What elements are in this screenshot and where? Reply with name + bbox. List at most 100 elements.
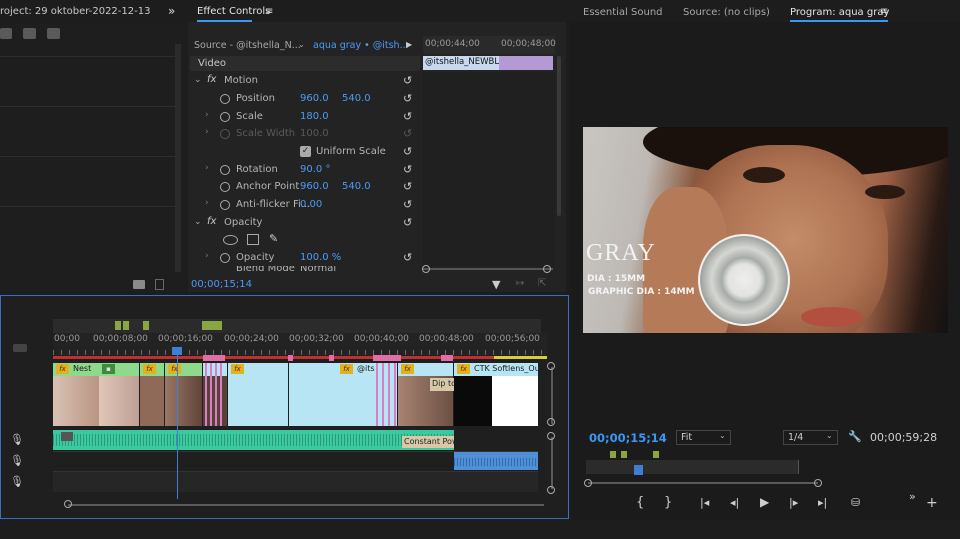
video-track-scrollbar[interactable] bbox=[551, 367, 553, 424]
audio-transition[interactable]: Constant Powe bbox=[402, 436, 454, 448]
panel-menu-icon[interactable]: ≡ bbox=[880, 6, 888, 17]
twirl-icon[interactable]: › bbox=[205, 198, 209, 208]
marker-green[interactable] bbox=[143, 321, 149, 330]
filter-icon[interactable]: ▼ bbox=[492, 278, 500, 291]
ec-position-x[interactable]: 960.0 bbox=[300, 93, 329, 104]
ec-scroll-handle-right[interactable] bbox=[543, 265, 551, 273]
microphone-icon[interactable]: 🎙 bbox=[10, 433, 24, 446]
new-bin-icon[interactable] bbox=[133, 280, 145, 289]
ec-mini-clip[interactable]: @itshella_NEWBL bbox=[423, 56, 553, 70]
ec-scale-value[interactable]: 180.0 bbox=[300, 111, 329, 122]
clip-video[interactable]: fx bbox=[165, 363, 202, 426]
ec-row-opacity-section[interactable]: ⌄ fx Opacity ↺ bbox=[190, 215, 420, 232]
ruler-marker-pink[interactable] bbox=[203, 355, 225, 361]
export-icon[interactable]: ↦ bbox=[516, 278, 524, 289]
program-mini-ruler[interactable] bbox=[586, 460, 799, 474]
source-selector[interactable]: Source - @itshella_N... bbox=[194, 40, 301, 51]
ec-mini-scroll[interactable] bbox=[423, 268, 553, 270]
ec-row-rotation[interactable]: › Rotation 90.0 ° ↺ bbox=[190, 162, 420, 179]
scroll-handle-bottom[interactable] bbox=[547, 486, 555, 494]
clip-video[interactable]: fx bbox=[228, 363, 288, 426]
marker-bar[interactable] bbox=[376, 363, 378, 426]
scroll-handle-top[interactable] bbox=[547, 362, 555, 370]
go-to-in-icon[interactable]: |◂ bbox=[700, 496, 709, 509]
ruler-marker-pink[interactable] bbox=[373, 355, 401, 361]
ec-row-opacity[interactable]: › Opacity 100.0 % ↺ bbox=[190, 250, 420, 267]
ec-vertical-scrollbar[interactable] bbox=[557, 56, 561, 216]
ec-row-anchor[interactable]: Anchor Point 960.0 540.0 ↺ bbox=[190, 179, 420, 196]
stopwatch-icon[interactable] bbox=[220, 200, 230, 210]
stopwatch-icon[interactable] bbox=[220, 94, 230, 104]
audio-track-1[interactable] bbox=[53, 430, 454, 450]
fx-icon[interactable]: fx bbox=[207, 74, 216, 85]
play-icon[interactable]: ▶ bbox=[760, 495, 769, 509]
scroll-handle-top[interactable] bbox=[547, 432, 555, 440]
clip-nest[interactable]: fx Nest bbox=[53, 363, 99, 426]
ec-row-antiflicker[interactable]: › Anti-flicker Fi... 0.00 ↺ bbox=[190, 197, 420, 214]
twirl-icon[interactable]: › bbox=[205, 163, 209, 173]
timeline-h-scrollbar[interactable] bbox=[68, 504, 544, 506]
mark-out-icon[interactable]: } bbox=[664, 495, 672, 510]
add-button-icon[interactable]: + bbox=[926, 495, 938, 511]
ec-row-blend[interactable]: Blend Mode Normal bbox=[190, 266, 420, 274]
marker-bar[interactable] bbox=[205, 363, 207, 426]
reset-icon[interactable]: ↺ bbox=[403, 92, 412, 105]
resolution-dropdown[interactable]: 1/4 ⌄ bbox=[783, 430, 838, 445]
stopwatch-icon[interactable] bbox=[220, 112, 230, 122]
marker-bar[interactable] bbox=[210, 363, 212, 426]
ec-scroll-handle-left[interactable] bbox=[422, 265, 430, 273]
ruler-marker-pink[interactable] bbox=[288, 355, 293, 361]
scroll-handle-left[interactable] bbox=[584, 479, 592, 487]
reset-icon[interactable]: ↺ bbox=[403, 74, 412, 87]
panel-expand-icon[interactable]: » bbox=[168, 4, 175, 18]
freeform-view-icon[interactable] bbox=[23, 28, 36, 39]
reset-icon[interactable]: ↺ bbox=[403, 180, 412, 193]
ruler-marker-pink[interactable] bbox=[329, 355, 334, 361]
dropdown-chevron-icon[interactable]: ⌄ bbox=[298, 40, 305, 49]
ec-position-y[interactable]: 540.0 bbox=[342, 93, 371, 104]
project-title[interactable]: roject: 29 oktober-2022-12-13_17-1 bbox=[0, 6, 150, 17]
pen-mask-icon[interactable]: ✎ bbox=[269, 232, 278, 245]
microphone-icon[interactable]: 🎙 bbox=[10, 454, 24, 467]
stopwatch-icon[interactable] bbox=[220, 182, 230, 192]
play-only-icon[interactable]: ▶ bbox=[406, 40, 412, 49]
sequence-selector[interactable]: aqua gray • @itsh... bbox=[313, 40, 409, 51]
clip-video[interactable] bbox=[289, 363, 337, 426]
audio-fx-icon[interactable] bbox=[61, 432, 73, 441]
share-icon[interactable]: ⇱ bbox=[538, 278, 546, 289]
trash-icon[interactable] bbox=[155, 279, 164, 290]
step-forward-icon[interactable]: |▸ bbox=[789, 496, 798, 509]
stopwatch-icon[interactable] bbox=[220, 165, 230, 175]
marker-green[interactable] bbox=[610, 451, 616, 458]
tab-effect-controls[interactable]: Effect Controls bbox=[197, 6, 270, 17]
marker-bar[interactable] bbox=[394, 363, 396, 426]
marker-green[interactable] bbox=[621, 451, 627, 458]
reset-icon[interactable]: ↺ bbox=[403, 216, 412, 229]
ec-timecode[interactable]: 00;00;15;14 bbox=[191, 279, 252, 290]
timeline-playhead[interactable] bbox=[172, 347, 182, 355]
program-playhead[interactable] bbox=[634, 465, 643, 475]
reset-icon[interactable]: ↺ bbox=[403, 251, 412, 264]
clip-ctk[interactable]: fx CTK Softlens_Ou bbox=[454, 363, 538, 426]
sort-icon[interactable] bbox=[47, 28, 60, 39]
stopwatch-icon[interactable] bbox=[220, 253, 230, 263]
ruler-marker-pink[interactable] bbox=[441, 355, 453, 361]
snap-icon[interactable] bbox=[13, 344, 27, 352]
timeline-playhead-line[interactable] bbox=[177, 350, 178, 499]
ec-anchor-y[interactable]: 540.0 bbox=[342, 181, 371, 192]
audio-track-2[interactable] bbox=[454, 452, 538, 470]
transition-dip[interactable]: Dip to bbox=[430, 378, 454, 391]
twirl-icon[interactable]: › bbox=[205, 110, 209, 120]
marker-green[interactable] bbox=[115, 321, 121, 330]
marker-bar[interactable] bbox=[388, 363, 390, 426]
ec-mini-ruler[interactable]: 00;00;44;00 00;00;48;00 bbox=[423, 36, 556, 54]
rectangle-mask-icon[interactable] bbox=[247, 234, 259, 245]
reset-icon[interactable]: ↺ bbox=[403, 145, 412, 158]
clip-video[interactable]: ▪ bbox=[99, 363, 139, 426]
marker-green[interactable] bbox=[202, 321, 222, 330]
ec-opacity-value[interactable]: 100.0 % bbox=[300, 252, 341, 263]
tab-program[interactable]: Program: aqua gray bbox=[790, 7, 889, 18]
tab-essential-sound[interactable]: Essential Sound bbox=[583, 7, 663, 18]
fit-dropdown[interactable]: Fit ⌄ bbox=[676, 430, 731, 445]
ec-row-scale[interactable]: › Scale 180.0 ↺ bbox=[190, 109, 420, 126]
